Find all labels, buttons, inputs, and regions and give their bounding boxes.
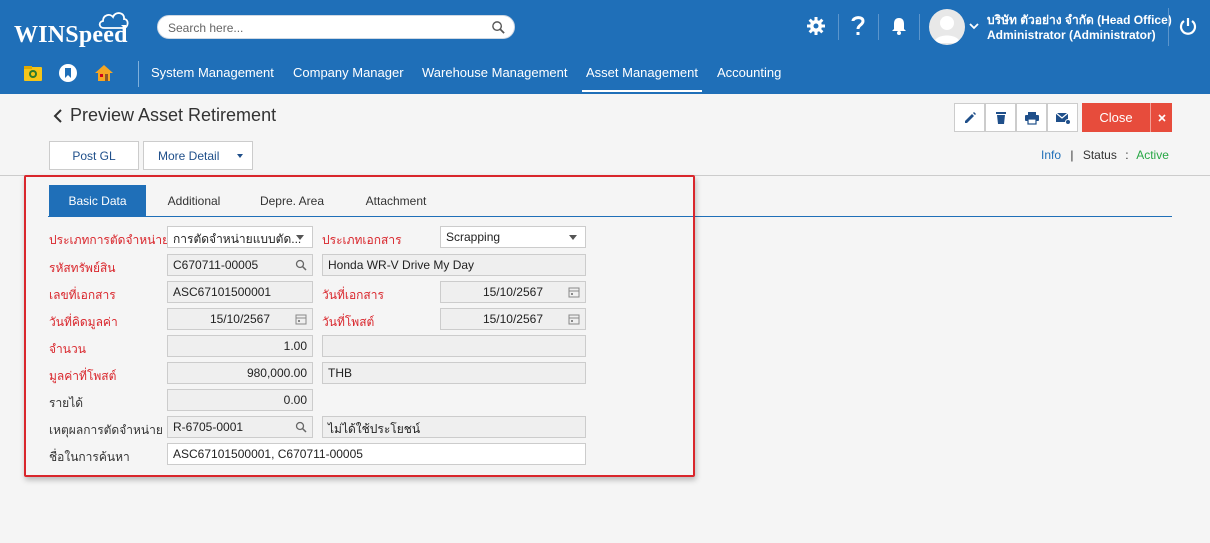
pencil-icon bbox=[964, 111, 976, 123]
nav-company-manager[interactable]: Company Manager bbox=[293, 65, 404, 80]
back-chevron-icon[interactable] bbox=[52, 108, 64, 124]
status-label: Status bbox=[1082, 148, 1117, 162]
post-gl-button[interactable]: Post GL bbox=[49, 141, 139, 170]
more-detail-label: More Detail bbox=[158, 148, 220, 163]
avatar[interactable] bbox=[929, 9, 965, 45]
edit-button[interactable] bbox=[954, 103, 985, 132]
post-gl-label: Post GL bbox=[72, 148, 116, 163]
divider bbox=[138, 61, 139, 87]
gear-icon[interactable] bbox=[804, 14, 828, 38]
nav-accounting[interactable]: Accounting bbox=[717, 65, 781, 80]
highlight-frame bbox=[24, 175, 695, 477]
email-button[interactable] bbox=[1047, 103, 1078, 132]
status-row: Info | Status : Active bbox=[1041, 148, 1169, 162]
close-dropdown-button[interactable] bbox=[1150, 103, 1172, 132]
more-detail-dropdown[interactable]: More Detail bbox=[143, 141, 253, 170]
info-divider: | bbox=[1070, 148, 1074, 162]
print-button[interactable] bbox=[1016, 103, 1047, 132]
bell-icon[interactable] bbox=[887, 14, 911, 38]
help-icon[interactable] bbox=[846, 14, 870, 38]
top-bar: WINSpeed Search here... บริษัท ตัวอย่าง … bbox=[0, 0, 1210, 52]
folder-icon[interactable] bbox=[23, 63, 43, 83]
printer-icon bbox=[1024, 111, 1039, 125]
brand-name: WINSpeed bbox=[14, 22, 128, 48]
close-icon bbox=[1157, 113, 1166, 122]
trash-icon bbox=[995, 111, 1006, 124]
user-role[interactable]: Administrator (Administrator) bbox=[987, 28, 1156, 42]
page-title: Preview Asset Retirement bbox=[70, 105, 277, 125]
caret-down-icon bbox=[237, 154, 243, 158]
divider bbox=[878, 14, 879, 40]
email-icon bbox=[1055, 112, 1071, 125]
home-icon[interactable] bbox=[94, 63, 114, 83]
winspeed-logo[interactable]: WINSpeed bbox=[14, 8, 139, 48]
info-link[interactable]: Info bbox=[1041, 148, 1061, 162]
divider bbox=[838, 14, 839, 40]
divider bbox=[919, 14, 920, 40]
divider bbox=[1168, 8, 1169, 46]
chevron-down-icon[interactable] bbox=[969, 21, 979, 31]
search-icon[interactable] bbox=[491, 20, 506, 35]
search-box[interactable] bbox=[157, 15, 515, 39]
nav-system-management[interactable]: System Management bbox=[151, 65, 274, 80]
delete-button[interactable] bbox=[985, 103, 1016, 132]
status-colon: : bbox=[1125, 148, 1129, 162]
search-input[interactable] bbox=[168, 19, 488, 36]
status-badge: Active bbox=[1136, 148, 1169, 162]
bookmark-icon[interactable] bbox=[58, 63, 78, 83]
power-icon[interactable] bbox=[1176, 14, 1200, 38]
nav-asset-management[interactable]: Asset Management bbox=[581, 65, 703, 92]
main-nav: System Management Company Manager Wareho… bbox=[0, 52, 1210, 94]
nav-warehouse-management[interactable]: Warehouse Management bbox=[422, 65, 568, 80]
close-button[interactable]: Close bbox=[1082, 103, 1150, 132]
